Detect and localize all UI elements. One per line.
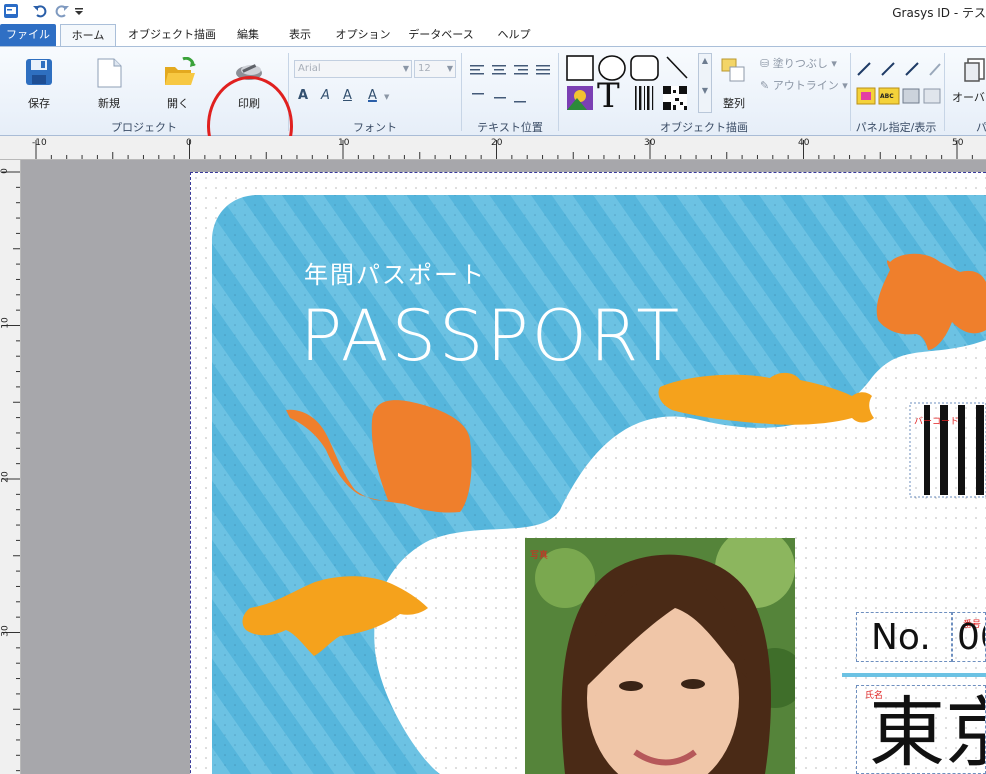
- card-title-en[interactable]: PASSPORT: [300, 296, 682, 376]
- bold-button[interactable]: A: [298, 88, 308, 103]
- name-value: 東京: [869, 688, 985, 774]
- fill-button[interactable]: ⛁ 塗りつぶし ▾: [760, 55, 837, 71]
- photo-field[interactable]: [525, 538, 795, 774]
- window-title: Grasys ID - テス: [892, 6, 986, 20]
- number-prefix-field[interactable]: No.: [856, 612, 952, 662]
- font-size-combo[interactable]: 12 ▼: [414, 60, 456, 78]
- font-group-label: フォント: [353, 121, 397, 134]
- outline-button[interactable]: ✎ アウトライン ▾: [760, 77, 848, 93]
- paint-bucket-icon: ⛁: [760, 57, 770, 70]
- text-align-buttons[interactable]: [468, 63, 552, 109]
- ribbon-home: 保存 新規 開く 印刷 プロジェクト Arial ▼ 12 ▼ A A A A …: [0, 46, 986, 176]
- ruler-vertical: 0 10 20 30: [0, 160, 21, 774]
- ruler-number: 10: [0, 317, 11, 329]
- ruler-number: 50: [952, 138, 964, 148]
- object-draw-group-label: オブジェクト描画: [660, 121, 748, 134]
- floppy-disk-icon: [26, 59, 52, 85]
- underline-button[interactable]: A: [343, 88, 352, 103]
- tab-home[interactable]: ホーム: [60, 24, 116, 46]
- new-document-icon: [97, 58, 122, 88]
- shape-gallery[interactable]: [565, 54, 697, 114]
- card-title-jp[interactable]: 年間パスポート: [304, 255, 486, 290]
- font-name-combo[interactable]: Arial ▼: [294, 60, 412, 78]
- outline-label: アウトライン: [772, 79, 839, 92]
- tab-object-draw[interactable]: オブジェクト描画: [124, 24, 220, 46]
- pencil-icon: ✎: [760, 79, 770, 92]
- app-icon[interactable]: [2, 2, 20, 20]
- overlay-icon: [964, 58, 985, 82]
- chevron-down-icon: ▼: [446, 64, 453, 73]
- text-position-group-label: テキスト位置: [477, 121, 543, 134]
- chevron-down-icon[interactable]: ▼: [384, 93, 389, 101]
- title-bar: Grasys ID - テス: [0, 0, 986, 24]
- save-label: 保存: [28, 97, 50, 110]
- ruler-number: 20: [491, 138, 503, 148]
- font-color-button[interactable]: A: [368, 88, 377, 103]
- new-label: 新規: [98, 97, 120, 110]
- number-value-field[interactable]: 番号 00: [952, 612, 986, 662]
- design-canvas[interactable]: [21, 160, 986, 774]
- quick-access-dropdown-icon[interactable]: [73, 2, 85, 20]
- open-label: 開く: [167, 97, 189, 110]
- cut-group-label: パ: [976, 121, 986, 134]
- text-tool[interactable]: T: [597, 77, 620, 115]
- number-value: 00: [957, 617, 985, 658]
- abc-label: ABC: [880, 93, 894, 100]
- ribbon-tabs: ファイル ホーム オブジェクト描画 編集 表示 オプション データベース ヘルプ: [0, 24, 986, 47]
- tab-options[interactable]: オプション: [332, 24, 394, 46]
- font-size-value: 12: [418, 63, 431, 74]
- tab-edit[interactable]: 編集: [226, 24, 270, 46]
- chevron-down-icon: ▼: [402, 64, 409, 73]
- align-icon: [721, 58, 745, 82]
- align-label: 整列: [723, 97, 745, 110]
- ruler-number: 20: [0, 471, 11, 483]
- new-button[interactable]: 新規: [84, 53, 134, 111]
- tab-help[interactable]: ヘルプ: [490, 24, 538, 46]
- number-prefix: No.: [871, 617, 931, 658]
- tab-file[interactable]: ファイル: [0, 24, 56, 46]
- fill-label: 塗りつぶし: [772, 57, 828, 70]
- photo-tag: 写真: [530, 551, 549, 561]
- ruler-number: 0: [186, 138, 192, 148]
- ruler-number: 0: [0, 168, 10, 174]
- ruler-number: 30: [0, 625, 11, 637]
- ruler-number: 40: [798, 138, 810, 148]
- tab-view[interactable]: 表示: [280, 24, 320, 46]
- ruler-number: -10: [32, 138, 47, 148]
- overlay-button[interactable]: オーバー: [952, 89, 986, 105]
- ruler-horizontal: -10 0 10 20 30 40 50: [0, 136, 986, 160]
- italic-button[interactable]: A: [321, 88, 330, 103]
- ruler-number: 10: [338, 138, 350, 148]
- redo-icon[interactable]: [54, 2, 70, 20]
- align-button[interactable]: 整列: [712, 53, 756, 111]
- group-separator: [944, 53, 945, 131]
- shape-gallery-scroll[interactable]: ▲ ▼: [698, 53, 712, 113]
- tab-database[interactable]: データベース: [404, 24, 478, 46]
- ruler-number: 30: [644, 138, 656, 148]
- undo-icon[interactable]: [32, 2, 48, 20]
- font-name-value: Arial: [298, 63, 321, 74]
- panel-tools[interactable]: [856, 61, 942, 111]
- save-button[interactable]: 保存: [14, 53, 64, 111]
- barcode-tag: バーコード: [914, 417, 960, 427]
- panel-group-label: パネル指定/表示: [855, 121, 937, 134]
- open-folder-icon: [165, 57, 196, 85]
- name-field[interactable]: 氏名 東京: [856, 685, 986, 774]
- open-button[interactable]: 開く: [153, 53, 203, 111]
